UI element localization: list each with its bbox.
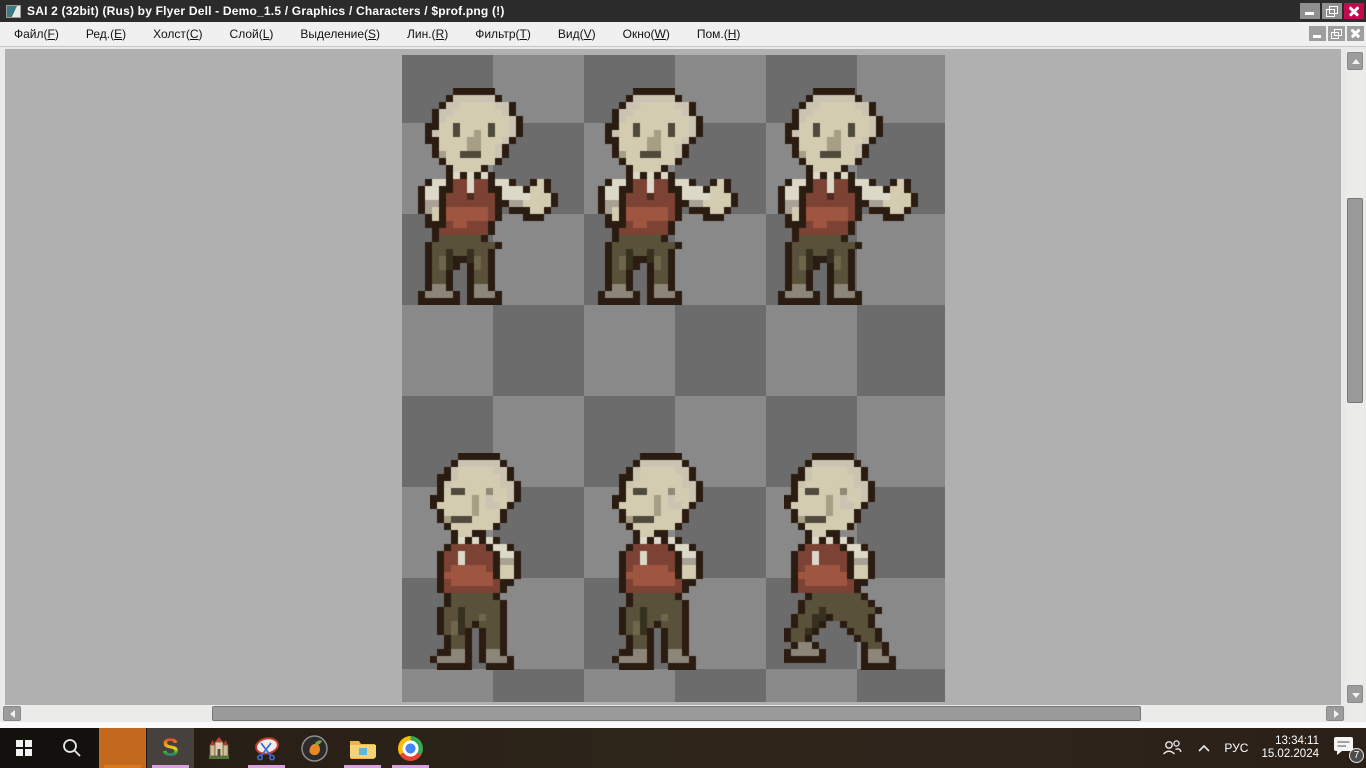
vertical-scrollbar[interactable] [1346, 50, 1364, 705]
taskbar-app-chrome[interactable] [387, 728, 434, 768]
character-sprite-side [612, 453, 717, 670]
clock-time: 13:34:11 [1275, 735, 1319, 747]
character-sprite-side_walk [784, 453, 910, 670]
menu-item-R[interactable]: Лин.(R) [407, 27, 448, 41]
menu-bar: Файл(F) Ред.(E) Холст(C) Слой(L) Выделение(S… [0, 22, 1366, 47]
minimize-icon [1305, 12, 1314, 15]
taskbar-app-sai[interactable]: S [147, 728, 194, 768]
menu-item-L[interactable]: Слой(L) [230, 27, 274, 41]
menu-item-H[interactable]: Пом.(H) [697, 27, 741, 41]
scroll-up-button[interactable] [1347, 52, 1363, 70]
menu-items: Файл(F) Ред.(E) Холст(C) Слой(L) Выделение(S… [0, 27, 740, 41]
clock-date: 15.02.2024 [1261, 748, 1319, 760]
taskbar-app-file-explorer[interactable] [339, 728, 386, 768]
taskbar-app-orange-app[interactable] [99, 728, 146, 768]
sai2-application-window: SAI 2 (32bit) (Rus) by Flyer Dell - Demo… [0, 0, 1366, 768]
minimize-icon [1313, 35, 1321, 38]
windows-taskbar: S РУС 13:34:11 15.02.2024 7 [0, 728, 1366, 768]
scroll-right-button[interactable] [1326, 706, 1344, 721]
search-icon [63, 739, 81, 757]
menu-item-E[interactable]: Ред.(E) [86, 27, 126, 41]
menu-item-V[interactable]: Вид(V) [558, 27, 596, 41]
castle-icon [208, 737, 229, 759]
arrow-down-icon [1352, 693, 1360, 698]
horizontal-scrollbar[interactable] [2, 705, 1344, 722]
taskbar-app-fl-studio[interactable] [291, 728, 338, 768]
scroll-down-button[interactable] [1347, 685, 1363, 703]
menu-item-C[interactable]: Холст(C) [153, 27, 202, 41]
minimize-button[interactable] [1300, 3, 1320, 19]
taskbar-app-rpg-maker[interactable] [195, 728, 242, 768]
close-button[interactable] [1344, 3, 1364, 19]
window-title: SAI 2 (32bit) (Rus) by Flyer Dell - Demo… [27, 4, 505, 18]
scissors-icon [254, 737, 279, 761]
character-sprite-front [591, 88, 745, 305]
chrome-icon [398, 735, 423, 761]
scrollbar-corner [1346, 705, 1364, 722]
language-indicator[interactable]: РУС [1224, 741, 1248, 755]
sai-rainbow-s-icon: S [162, 733, 179, 762]
taskbar-app-scissors-app[interactable] [243, 728, 290, 768]
menu-item-W[interactable]: Окно(W) [623, 27, 670, 41]
menu-item-F[interactable]: Файл(F) [14, 27, 59, 41]
title-bar[interactable]: SAI 2 (32bit) (Rus) by Flyer Dell - Demo… [0, 0, 1366, 22]
notification-badge: 7 [1349, 748, 1364, 763]
restore-button[interactable] [1322, 3, 1342, 19]
vertical-scroll-thumb[interactable] [1347, 198, 1363, 403]
arrow-right-icon [1334, 710, 1339, 718]
menu-item-S[interactable]: Выделение(S) [300, 27, 380, 41]
document-minimize-button[interactable] [1309, 26, 1326, 41]
scroll-left-button[interactable] [3, 706, 21, 721]
people-icon[interactable] [1160, 739, 1184, 757]
character-sprite-front [411, 88, 565, 305]
search-button[interactable] [48, 728, 96, 768]
menu-item-T[interactable]: Фильтр(T) [475, 27, 531, 41]
start-button[interactable] [0, 728, 48, 768]
arrow-up-icon [1352, 59, 1360, 64]
character-sprite-front [771, 88, 925, 305]
taskbar-clock[interactable]: 13:34:11 15.02.2024 [1261, 735, 1319, 761]
sai-app-icon [6, 4, 21, 18]
arrow-left-icon [10, 710, 15, 718]
windows-logo-icon [16, 740, 32, 756]
action-center-button[interactable]: 7 [1332, 735, 1364, 763]
horizontal-scroll-thumb[interactable] [212, 706, 1141, 721]
document-restore-button[interactable] [1328, 26, 1345, 41]
fruit-icon [301, 734, 328, 762]
character-sprite-side [430, 453, 535, 670]
document-close-button[interactable] [1347, 26, 1364, 41]
folder-icon [350, 741, 376, 759]
hidden-icons-chevron[interactable] [1197, 744, 1211, 753]
